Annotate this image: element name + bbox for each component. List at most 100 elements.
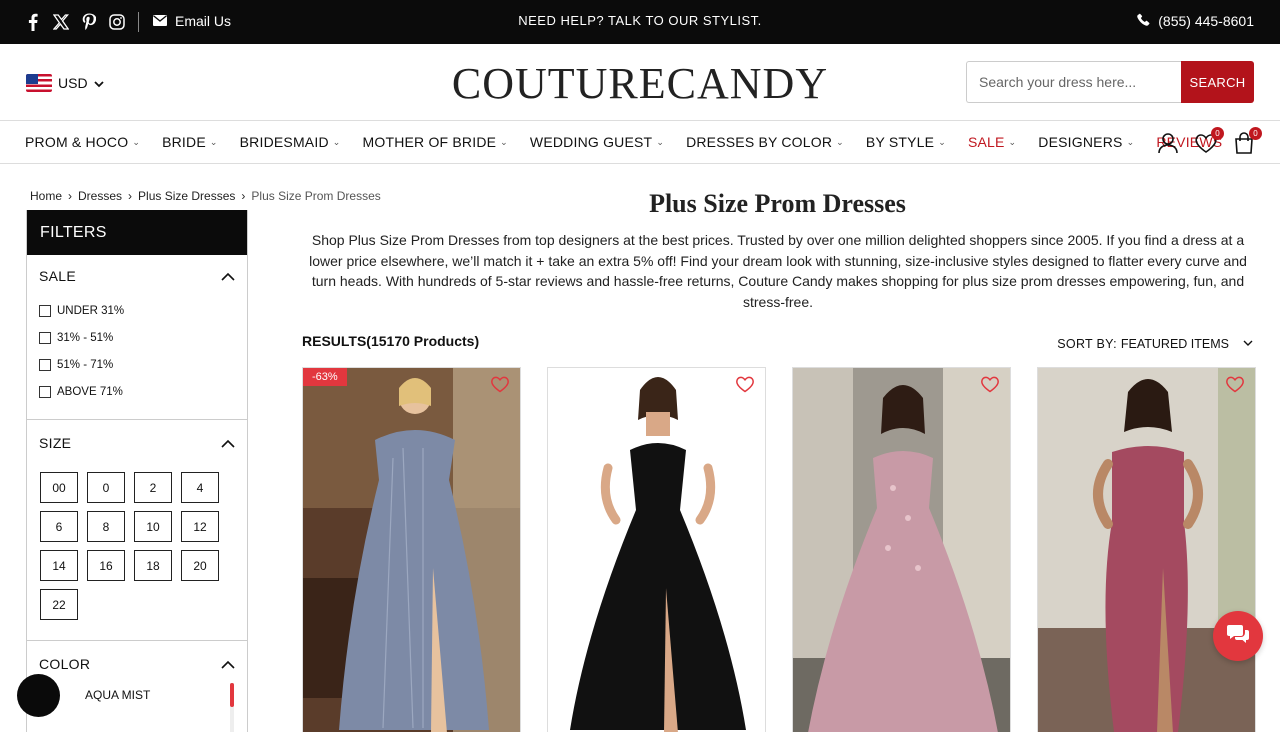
nav-item-label: BY STYLE <box>865 134 935 150</box>
nav-item-label: SALE <box>967 134 1005 150</box>
product-image-berry-satin-gown[interactable] <box>1038 368 1256 732</box>
checkbox[interactable] <box>39 358 51 371</box>
size-option[interactable]: 8 <box>87 511 125 542</box>
checkbox[interactable] <box>39 304 51 317</box>
filter-color-toggle[interactable]: COLOR <box>39 643 235 685</box>
site-logo-text[interactable]: COUTURECANDY <box>452 59 828 108</box>
sort-value: FEATURED ITEMS <box>1120 337 1229 351</box>
divider <box>138 12 139 32</box>
nav-item-by-style[interactable]: BY STYLE ⌄ <box>866 134 946 150</box>
size-option[interactable]: 12 <box>181 511 219 542</box>
filter-sale-above-71[interactable]: ABOVE 71% <box>39 378 235 405</box>
size-option[interactable]: 18 <box>134 550 172 581</box>
nav-item-dresses-by-color[interactable]: DRESSES BY COLOR ⌄ <box>686 134 844 150</box>
nav-item-mother-of-bride[interactable]: MOTHER OF BRIDE ⌄ <box>363 134 508 150</box>
product-image-black-gown[interactable] <box>548 368 766 732</box>
size-option[interactable]: 10 <box>134 511 172 542</box>
chevron-down-icon: ⌄ <box>656 136 665 147</box>
size-option[interactable]: 20 <box>181 550 219 581</box>
nav-item-label: BRIDESMAID <box>239 134 329 150</box>
heart-icon[interactable] <box>735 374 755 394</box>
nav-item-label: BRIDE <box>162 134 206 150</box>
chevron-right-icon: › <box>241 189 246 203</box>
phone-link[interactable]: (855) 445-8601 <box>1137 13 1254 29</box>
product-card[interactable] <box>1037 367 1256 732</box>
accessibility-widget-button[interactable] <box>17 674 60 717</box>
color-list-scrollbar[interactable] <box>230 683 234 732</box>
nav-item-sale[interactable]: SALE ⌄ <box>968 134 1016 150</box>
social-links <box>24 12 126 32</box>
filter-sale-under-31[interactable]: UNDER 31% <box>39 297 235 324</box>
product-card[interactable] <box>792 367 1011 732</box>
chevron-down-icon <box>1243 339 1253 350</box>
chevron-down-icon: ⌄ <box>938 136 946 147</box>
chevron-right-icon: › <box>68 189 73 203</box>
wishlist-heart-icon[interactable]: 0 <box>1194 127 1224 155</box>
checkbox-label: UNDER 31% <box>57 304 125 317</box>
cart-bag-icon[interactable]: 0 <box>1232 127 1262 155</box>
email-us-link[interactable]: Email Us <box>153 13 231 29</box>
size-option[interactable]: 6 <box>40 511 78 542</box>
filter-sale-31-51[interactable]: 31% - 51% <box>39 324 235 351</box>
nav-item-wedding-guest[interactable]: WEDDING GUEST ⌄ <box>530 134 664 150</box>
nav-item-bride[interactable]: BRIDE ⌄ <box>162 134 218 150</box>
size-option[interactable]: 14 <box>40 550 78 581</box>
filter-size-toggle[interactable]: SIZE <box>39 422 235 464</box>
instagram-icon[interactable] <box>108 12 126 32</box>
search-input[interactable] <box>966 61 1181 103</box>
chevron-down-icon: ⌄ <box>1008 136 1017 147</box>
size-option[interactable]: 2 <box>134 472 172 503</box>
filter-sale-toggle[interactable]: SALE <box>39 255 235 297</box>
size-option[interactable]: 4 <box>181 472 219 503</box>
breadcrumb-home[interactable]: Home <box>30 189 62 203</box>
main-nav: PROM & HOCO ⌄ BRIDE ⌄ BRIDESMAID ⌄ MOTHER O… <box>0 120 1280 164</box>
product-image-dusty-rose-gown[interactable] <box>793 368 1011 732</box>
size-option[interactable]: 16 <box>87 550 125 581</box>
x-icon[interactable] <box>52 12 70 32</box>
results-count: RESULTS(15170 Products) <box>302 333 480 349</box>
size-grid: 00 0 2 4 6 8 10 12 14 16 18 20 22 <box>39 464 235 640</box>
nav-item-label: DRESSES BY COLOR <box>686 134 833 150</box>
chevron-down-icon: ⌄ <box>209 136 218 147</box>
currency-selector[interactable]: USD <box>26 74 104 92</box>
sort-dropdown[interactable]: SORT BY: FEATURED ITEMS <box>1057 337 1253 351</box>
product-image-slate-blue-gown[interactable] <box>303 368 521 732</box>
product-card[interactable]: -63% <box>302 367 521 732</box>
nav-item-prom-hoco[interactable]: PROM & HOCO ⌄ <box>25 134 140 150</box>
size-option[interactable]: 22 <box>40 589 78 620</box>
color-option-aqua-mist[interactable]: AQUA MIST <box>39 685 235 702</box>
chevron-down-icon: ⌄ <box>332 136 341 147</box>
top-bar: Email Us NEED HELP? TALK TO OUR STYLIST.… <box>0 0 1280 44</box>
nav-item-designers[interactable]: DESIGNERS ⌄ <box>1038 134 1134 150</box>
size-option[interactable]: 0 <box>87 472 125 503</box>
chevron-down-icon <box>93 75 104 91</box>
product-card[interactable] <box>547 367 766 732</box>
pinterest-icon[interactable] <box>80 12 98 32</box>
checkbox[interactable] <box>39 331 51 344</box>
heart-icon[interactable] <box>490 374 510 394</box>
breadcrumb-dresses[interactable]: Dresses <box>78 189 122 203</box>
facebook-icon[interactable] <box>24 12 42 32</box>
color-label: AQUA MIST <box>85 688 151 702</box>
envelope-icon <box>153 13 167 29</box>
stylist-help-text[interactable]: NEED HELP? TALK TO OUR STYLIST. <box>518 13 762 28</box>
heart-icon[interactable] <box>980 374 1000 394</box>
checkbox[interactable] <box>39 385 51 398</box>
heart-icon[interactable] <box>1225 374 1245 394</box>
chat-button[interactable] <box>1213 611 1263 661</box>
account-icons: 0 0 <box>1156 127 1262 155</box>
search-bar: SEARCH <box>966 61 1254 103</box>
breadcrumb-plus-size-dresses[interactable]: Plus Size Dresses <box>138 189 235 203</box>
filter-title: SALE <box>39 268 76 284</box>
search-button[interactable]: SEARCH <box>1181 61 1254 103</box>
nav-item-bridesmaid[interactable]: BRIDESMAID ⌄ <box>240 134 341 150</box>
cart-count-badge: 0 <box>1249 127 1262 140</box>
filters-heading: FILTERS <box>27 210 247 255</box>
chevron-up-icon <box>221 268 235 284</box>
chevron-down-icon: ⌄ <box>1126 136 1135 147</box>
filter-sale-51-71[interactable]: 51% - 71% <box>39 351 235 378</box>
chevron-up-icon <box>221 656 235 672</box>
user-icon[interactable] <box>1156 131 1180 155</box>
nav-menu: PROM & HOCO ⌄ BRIDE ⌄ BRIDESMAID ⌄ MOTHER O… <box>25 134 1244 150</box>
size-option[interactable]: 00 <box>40 472 78 503</box>
